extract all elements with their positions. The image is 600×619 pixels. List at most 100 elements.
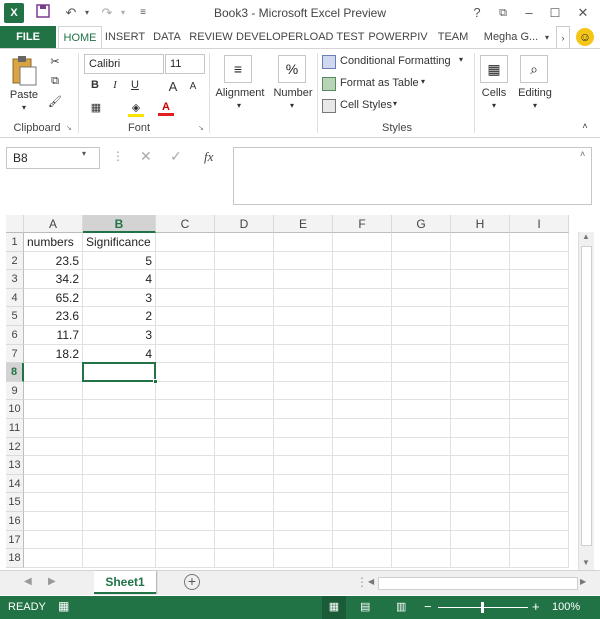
smiley-feedback-icon[interactable]: ☺ [576, 28, 594, 46]
user-dropdown-icon[interactable]: ▾ [542, 26, 552, 49]
cell-i7[interactable] [510, 344, 569, 364]
cell-d18[interactable] [215, 549, 274, 568]
cell-b4[interactable]: 3 [83, 288, 156, 308]
cell-f15[interactable] [333, 493, 392, 512]
cell-h7[interactable] [451, 344, 510, 364]
cell-g7[interactable] [392, 344, 451, 364]
cells-icon[interactable]: ▦ [480, 55, 508, 83]
cancel-icon[interactable]: ✕ [140, 148, 152, 165]
cell-h14[interactable] [451, 474, 510, 494]
cell-a4[interactable]: 65.2 [24, 288, 83, 308]
row-header-7[interactable]: 7 [6, 344, 24, 364]
cell-a7[interactable]: 18.2 [24, 344, 83, 364]
cell-e15[interactable] [274, 493, 333, 512]
cell-b17[interactable] [83, 530, 156, 550]
cell-d10[interactable] [215, 400, 274, 419]
conditional-formatting-icon[interactable] [322, 55, 336, 69]
cell-d12[interactable] [215, 437, 274, 457]
row-header-12[interactable]: 12 [6, 437, 24, 457]
help-button[interactable]: ? [468, 4, 486, 22]
number-dropdown-icon[interactable]: ▾ [287, 101, 297, 110]
cell-c16[interactable] [156, 512, 215, 531]
zoom-out-button[interactable]: − [424, 599, 432, 614]
cell-f5[interactable] [333, 307, 392, 326]
cell-a13[interactable] [24, 456, 83, 475]
cell-f9[interactable] [333, 381, 392, 401]
maximize-button[interactable]: ☐ [546, 4, 564, 22]
cell-i11[interactable] [510, 419, 569, 438]
row-header-9[interactable]: 9 [6, 381, 24, 401]
cell-g5[interactable] [392, 307, 451, 326]
bold-button[interactable]: B [88, 79, 102, 91]
cell-h5[interactable] [451, 307, 510, 326]
italic-button[interactable]: I [108, 79, 122, 91]
cell-b9[interactable] [83, 381, 156, 401]
cell-f6[interactable] [333, 326, 392, 345]
font-name-select[interactable]: Calibri [84, 54, 164, 74]
cell-i3[interactable] [510, 270, 569, 289]
cell-d15[interactable] [215, 493, 274, 512]
format-painter-icon[interactable]: 🖌 [46, 95, 64, 108]
cell-b5[interactable]: 2 [83, 307, 156, 326]
cell-i10[interactable] [510, 400, 569, 419]
cell-c13[interactable] [156, 456, 215, 475]
grow-font-button[interactable]: A [166, 79, 180, 94]
normal-view-icon[interactable]: ▦ [322, 596, 346, 619]
cell-h2[interactable] [451, 251, 510, 271]
scroll-down-icon[interactable]: ▼ [582, 558, 590, 567]
cell-e8[interactable] [274, 363, 333, 382]
sheet-prev-icon[interactable]: ◀ [24, 576, 32, 587]
alignment-button[interactable]: Alignment [212, 87, 268, 99]
row-header-14[interactable]: 14 [6, 474, 24, 494]
cell-i16[interactable] [510, 512, 569, 531]
page-break-view-icon[interactable]: ▥ [396, 600, 406, 613]
cell-i12[interactable] [510, 437, 569, 457]
cell-e7[interactable] [274, 344, 333, 364]
cell-i1[interactable] [510, 233, 569, 252]
fill-handle[interactable] [153, 378, 158, 384]
horizontal-scroll-thumb[interactable] [378, 577, 578, 590]
percent-icon[interactable]: % [278, 55, 306, 83]
cell-c5[interactable] [156, 307, 215, 326]
sheet-next-icon[interactable]: ▶ [48, 576, 56, 587]
format-as-table-dropdown-icon[interactable]: ▾ [418, 77, 428, 86]
tab-team[interactable]: TEAM [432, 26, 474, 49]
row-header-11[interactable]: 11 [6, 419, 24, 438]
copy-icon[interactable]: ⧉ [46, 75, 64, 88]
cell-d9[interactable] [215, 381, 274, 401]
alignment-icon[interactable]: ≡ [224, 55, 252, 83]
cell-f1[interactable] [333, 233, 392, 252]
cell-a10[interactable] [24, 400, 83, 419]
cut-icon[interactable]: ✂ [46, 55, 64, 68]
cell-i2[interactable] [510, 251, 569, 271]
cell-f11[interactable] [333, 419, 392, 438]
cell-g18[interactable] [392, 549, 451, 568]
row-header-15[interactable]: 15 [6, 493, 24, 512]
collapse-formula-bar-icon[interactable]: ˄ [580, 149, 585, 159]
cell-c11[interactable] [156, 419, 215, 438]
cell-e16[interactable] [274, 512, 333, 531]
vertical-scrollbar[interactable]: ▲ ▼ [578, 232, 594, 570]
cell-c14[interactable] [156, 474, 215, 494]
cell-h10[interactable] [451, 400, 510, 419]
cell-e2[interactable] [274, 251, 333, 271]
cell-h16[interactable] [451, 512, 510, 531]
insert-function-button[interactable]: fx [204, 149, 213, 165]
row-header-2[interactable]: 2 [6, 251, 24, 271]
cells-dropdown-icon[interactable]: ▾ [489, 101, 499, 110]
cell-h11[interactable] [451, 419, 510, 438]
cell-f17[interactable] [333, 530, 392, 550]
macro-record-icon[interactable]: ▦ [58, 599, 69, 613]
shrink-font-button[interactable]: A [186, 81, 200, 92]
cell-a2[interactable]: 23.5 [24, 251, 83, 271]
sheet-tab-sheet1[interactable]: Sheet1 [94, 571, 156, 594]
cell-g6[interactable] [392, 326, 451, 345]
cell-d16[interactable] [215, 512, 274, 531]
cell-b13[interactable] [83, 456, 156, 475]
format-as-table-button[interactable]: Format as Table [340, 77, 430, 89]
cell-g11[interactable] [392, 419, 451, 438]
cell-c10[interactable] [156, 400, 215, 419]
cell-a1[interactable]: numbers [24, 233, 83, 252]
row-header-13[interactable]: 13 [6, 456, 24, 475]
cells-button[interactable]: Cells [476, 87, 512, 99]
